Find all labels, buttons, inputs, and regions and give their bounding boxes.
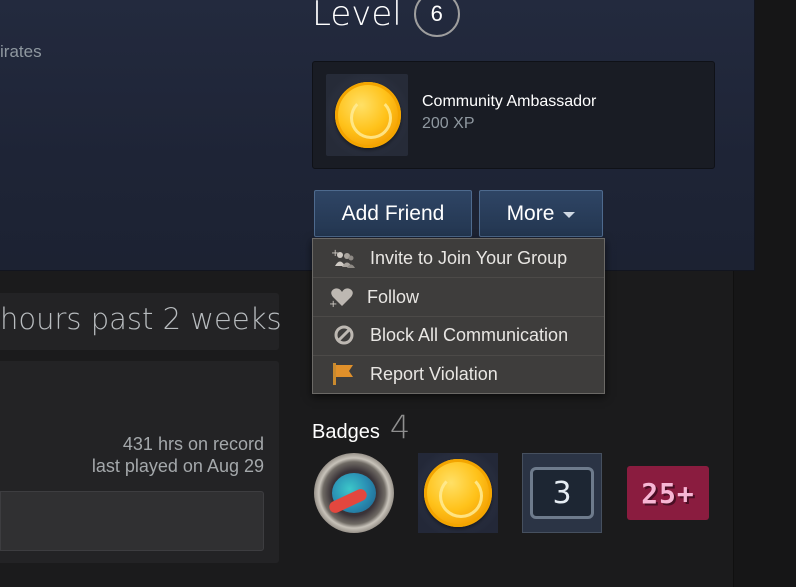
number-badge-icon[interactable]: 3 — [522, 453, 602, 533]
game-achievement-bar[interactable] — [0, 491, 264, 551]
featured-badge-xp: 200 XP — [422, 115, 475, 132]
page-side-gutter-top — [755, 0, 796, 271]
gold-coin-laurel-icon — [335, 82, 401, 148]
more-button[interactable]: More — [479, 190, 603, 237]
menu-item-report[interactable]: Report Violation — [313, 355, 604, 393]
menu-item-block[interactable]: Block All Communication — [313, 316, 604, 354]
more-dropdown-menu: + Invite to Join Your Group + Follow Blo… — [312, 238, 605, 394]
number-badge-value: 3 — [530, 467, 594, 519]
menu-item-invite-group[interactable]: + Invite to Join Your Group — [313, 239, 604, 277]
gold-coin-laurel-icon — [424, 459, 492, 527]
level-value: 6 — [430, 1, 443, 26]
profile-location: irates — [0, 42, 42, 61]
menu-item-label: Block All Communication — [370, 324, 569, 345]
chevron-down-icon — [563, 212, 576, 218]
menu-item-label: Report Violation — [370, 363, 498, 384]
rocket-porthole-badge-icon[interactable] — [314, 453, 394, 533]
menu-item-label: Invite to Join Your Group — [370, 247, 568, 268]
invite-group-icon: + — [331, 247, 357, 269]
featured-badge-panel[interactable]: Community Ambassador 200 XP — [312, 61, 715, 169]
badges-header[interactable]: Badges 4 — [312, 408, 410, 446]
add-friend-button[interactable]: Add Friend — [314, 190, 472, 237]
flag-icon — [331, 363, 357, 385]
add-friend-label: Add Friend — [341, 201, 445, 225]
level-badge[interactable]: 6 — [413, 0, 460, 37]
page-side-gutter — [733, 271, 796, 587]
badge-community-ambassador[interactable] — [418, 453, 498, 533]
pixel-25-plus-badge-icon[interactable]: 25+ — [627, 466, 709, 520]
featured-badge-icon-frame — [326, 74, 408, 156]
menu-item-label: Follow — [367, 286, 420, 307]
svg-text:+: + — [329, 299, 337, 308]
game-last-played: last played on Aug 29 — [91, 456, 264, 476]
featured-badge-name[interactable]: Community Ambassador — [422, 93, 596, 111]
badges-label[interactable]: Badges — [312, 421, 380, 444]
profile-level: Level 6 — [312, 0, 460, 38]
menu-item-follow[interactable]: + Follow — [313, 278, 604, 316]
recent-activity-title: hours past 2 weeks — [0, 302, 282, 336]
badges-count[interactable]: 4 — [390, 408, 410, 446]
block-icon — [331, 324, 357, 346]
level-label: Level — [312, 0, 402, 34]
more-label: More — [506, 201, 555, 225]
game-hours-on-record: 431 hrs on record — [122, 434, 264, 454]
follow-heart-icon: + — [329, 286, 355, 308]
